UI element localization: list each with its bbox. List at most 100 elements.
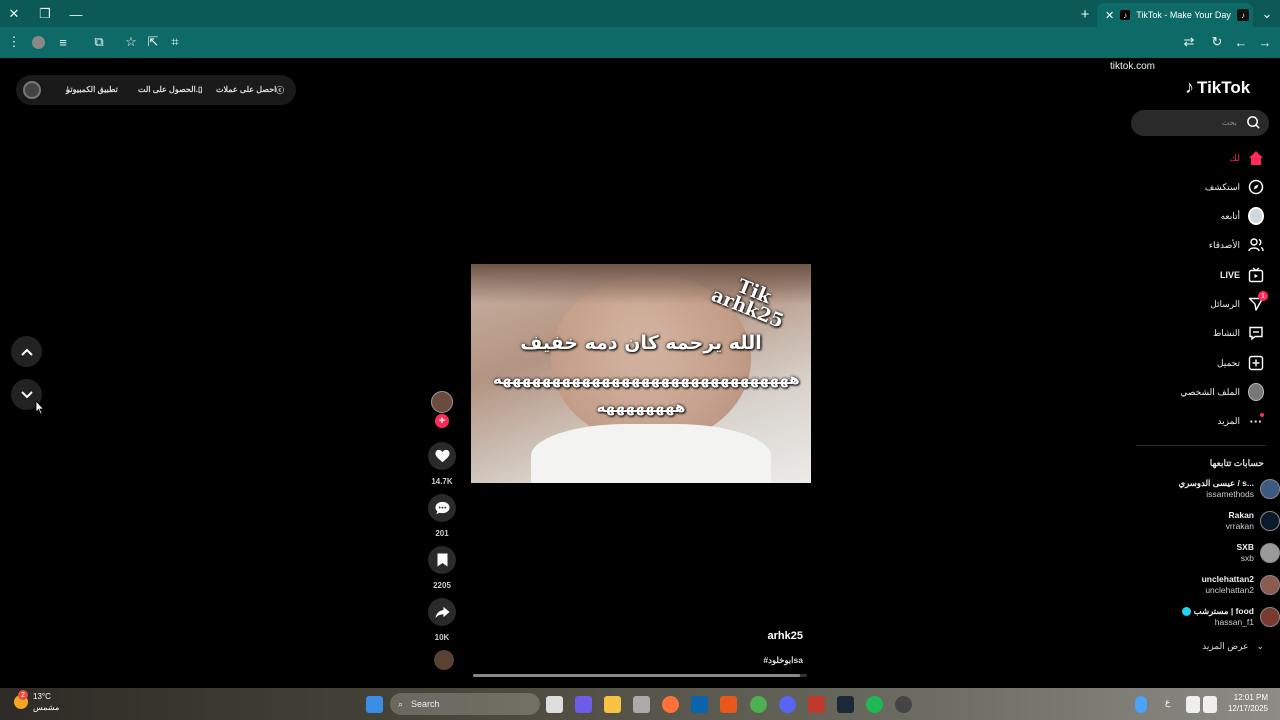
video-hashtag[interactable]: #ابوخلودsa — [700, 655, 803, 666]
nav-label: المزيد — [1217, 415, 1240, 426]
nav-label: الملف الشخصي — [1180, 386, 1240, 397]
discord-icon[interactable] — [779, 696, 796, 713]
following-account[interactable]: unclehattan2 unclehattan2 — [1202, 572, 1280, 598]
chevron-up-icon — [20, 348, 33, 356]
home-icon — [1248, 150, 1264, 166]
nav-profile[interactable]: الملف الشخصي — [1180, 381, 1264, 403]
profile-avatar-icon[interactable] — [27, 31, 49, 53]
spotify-icon[interactable] — [866, 696, 883, 713]
music-disc-avatar[interactable] — [434, 650, 454, 670]
like-action[interactable]: 14.7K — [428, 442, 456, 486]
nav-more[interactable]: المزيد ··· — [1217, 410, 1264, 432]
nav-friends[interactable]: الأصدقاء — [1209, 234, 1264, 256]
tab-tiktok[interactable]: ✕ ♪ TikTok - Make Your Day ♪ — [1097, 3, 1253, 27]
follow-plus-icon[interactable]: + — [435, 414, 449, 428]
nav-explore[interactable]: استكشف — [1205, 176, 1264, 198]
windows-start-icon[interactable] — [366, 696, 383, 713]
video-progress-bar[interactable] — [473, 674, 807, 677]
app-red-icon[interactable] — [808, 696, 825, 713]
tab-close-icon[interactable]: ✕ — [1105, 9, 1114, 22]
new-tab-icon[interactable]: + — [1074, 3, 1096, 25]
avatar — [1260, 543, 1280, 563]
account-username: hassan_f1 — [1214, 617, 1254, 627]
activity-icon — [1248, 325, 1264, 341]
volume-icon[interactable] — [1203, 696, 1217, 713]
user-avatar[interactable] — [23, 81, 41, 99]
reload-icon[interactable]: ↻ — [1206, 31, 1228, 53]
weather-widget[interactable]: 2 13°C مشمس — [14, 690, 59, 713]
following-account[interactable]: Rakan vrrakan — [1226, 508, 1280, 534]
chevron-down-icon — [20, 390, 33, 398]
previous-video-button[interactable] — [11, 336, 42, 367]
following-account[interactable]: مسترشب | food hassan_f1 — [1181, 604, 1280, 630]
outlook-icon[interactable] — [691, 696, 708, 713]
nav-label: لك — [1229, 152, 1240, 163]
address-bar-url[interactable]: tiktok.com — [1110, 61, 1155, 72]
save-action[interactable]: 2205 — [428, 546, 456, 590]
video-author[interactable]: arhk25 — [700, 630, 803, 642]
site-settings-icon[interactable]: ⇄ — [1178, 31, 1200, 53]
firefox-icon[interactable] — [662, 696, 679, 713]
heart-icon[interactable] — [428, 442, 456, 470]
comment-action[interactable]: 201 — [428, 494, 456, 538]
translate-icon[interactable]: ⌗ — [164, 31, 186, 53]
nav-following[interactable]: أتابعه — [1221, 205, 1264, 227]
nav-upload[interactable]: تحميل — [1217, 352, 1264, 374]
taskbar-clock[interactable]: 12:01 PM 12/17/2025 — [1222, 692, 1268, 714]
window-maximize-icon[interactable]: ❐ — [34, 3, 56, 25]
get-app-link[interactable]: الحصول على الت... — [138, 85, 202, 94]
taskbar-search[interactable]: ⌕ Search — [390, 693, 540, 715]
menu-icon[interactable]: ⋮ — [3, 31, 25, 53]
avatar — [1260, 575, 1280, 595]
nav-live[interactable]: LIVE — [1220, 264, 1264, 286]
video-player[interactable]: Tik arhk25 الله يرحمه كان دمه خفيف هههههه… — [471, 264, 811, 483]
upload-icon — [1248, 355, 1264, 371]
copilot-icon[interactable] — [575, 696, 592, 713]
file-explorer-icon[interactable] — [604, 696, 621, 713]
chevron-down-icon: ⌄ — [1256, 641, 1264, 651]
window-minimize-icon[interactable]: — — [65, 3, 87, 25]
share-action[interactable]: 10K — [428, 598, 456, 642]
input-language[interactable]: ع — [1165, 697, 1170, 708]
share-icon[interactable]: ⇱ — [142, 31, 164, 53]
media-control-icon[interactable]: ≡ — [52, 31, 74, 53]
bookmark-star-icon[interactable]: ☆ — [120, 31, 142, 53]
nav-messages[interactable]: الرسائل 1 — [1210, 291, 1268, 315]
save-count: 2205 — [433, 581, 451, 590]
pc-app-link[interactable]: تطبيق الكمبيوتر — [66, 85, 118, 94]
github-icon[interactable] — [895, 696, 912, 713]
see-more-link[interactable]: عرض المزيد ⌄ — [1202, 641, 1264, 652]
extensions-icon[interactable]: ⧉ — [88, 31, 110, 53]
creator-avatar[interactable] — [431, 391, 453, 413]
steam-icon[interactable] — [837, 696, 854, 713]
tiktok-note-icon: ♪ — [1185, 77, 1194, 97]
chrome-icon[interactable] — [750, 696, 767, 713]
microphone-icon[interactable] — [1135, 696, 1147, 713]
store-icon[interactable] — [633, 696, 650, 713]
tab-list-chevron-icon[interactable]: ⌄ — [1256, 3, 1278, 25]
video-caption-line2: ههههههههههههههههههههههههههههههه هههههههه… — [493, 370, 800, 416]
get-coins-link[interactable]: احصل على عملات — [216, 85, 276, 94]
following-accounts-title: حسابات تتابعها — [1209, 458, 1264, 468]
avatar — [1260, 479, 1280, 499]
nav-label: النشاط — [1212, 327, 1240, 338]
weather-sun-icon: 2 — [14, 690, 28, 709]
network-icon[interactable] — [1186, 696, 1200, 713]
bookmark-icon[interactable] — [428, 546, 456, 574]
nav-label: الرسائل — [1210, 298, 1240, 309]
search-input[interactable]: بحث — [1131, 110, 1269, 136]
task-view-icon[interactable] — [546, 696, 563, 713]
back-icon[interactable]: ← — [1230, 31, 1252, 53]
tiktok-logo[interactable]: ♪ TikTok — [1185, 77, 1250, 98]
nav-for-you[interactable]: لك — [1230, 147, 1264, 169]
account-name: unclehattan2 — [1201, 574, 1254, 584]
app-a-icon[interactable] — [720, 696, 737, 713]
following-account[interactable]: عيسى الدوسري / s... issamethods — [1178, 476, 1280, 502]
search-icon[interactable] — [1246, 115, 1261, 130]
share-arrow-icon[interactable] — [428, 598, 456, 626]
nav-activity[interactable]: النشاط — [1213, 322, 1264, 344]
following-account[interactable]: SXB sxb — [1237, 540, 1280, 566]
forward-icon[interactable]: → — [1254, 31, 1276, 53]
window-close-icon[interactable]: ✕ — [3, 3, 25, 25]
comment-icon[interactable] — [428, 494, 456, 522]
